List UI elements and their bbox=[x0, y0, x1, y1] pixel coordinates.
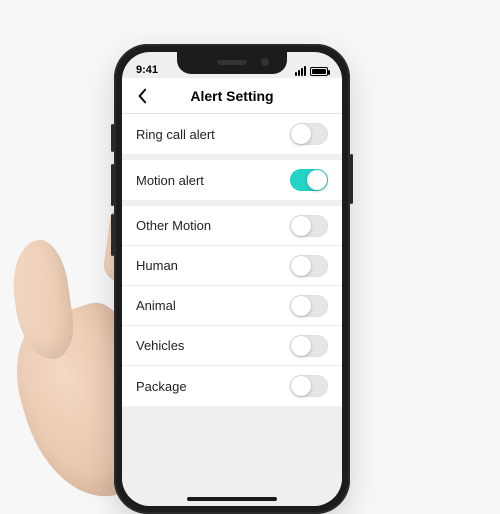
status-time: 9:41 bbox=[136, 64, 158, 76]
settings-group: Other Motion Human Animal Vehicles bbox=[122, 206, 342, 406]
screen: 9:41 Alert Setting Ring call alert bbox=[122, 52, 342, 506]
page-title: Alert Setting bbox=[190, 88, 273, 104]
battery-icon bbox=[310, 67, 328, 76]
setting-label: Other Motion bbox=[136, 218, 211, 233]
setting-row-ring-call-alert[interactable]: Ring call alert bbox=[122, 114, 342, 154]
setting-label: Package bbox=[136, 379, 187, 394]
toggle-vehicles[interactable] bbox=[290, 335, 328, 357]
toggle-animal[interactable] bbox=[290, 295, 328, 317]
toggle-ring-call-alert[interactable] bbox=[290, 123, 328, 145]
settings-group: Ring call alert bbox=[122, 114, 342, 154]
nav-bar: Alert Setting bbox=[122, 78, 342, 114]
setting-label: Motion alert bbox=[136, 173, 204, 188]
phone-frame: 9:41 Alert Setting Ring call alert bbox=[114, 44, 350, 514]
setting-label: Animal bbox=[136, 298, 176, 313]
back-button[interactable] bbox=[132, 86, 152, 106]
setting-row-vehicles[interactable]: Vehicles bbox=[122, 326, 342, 366]
toggle-motion-alert[interactable] bbox=[290, 169, 328, 191]
setting-row-human[interactable]: Human bbox=[122, 246, 342, 286]
setting-label: Vehicles bbox=[136, 338, 184, 353]
setting-row-motion-alert[interactable]: Motion alert bbox=[122, 160, 342, 200]
settings-group: Motion alert bbox=[122, 160, 342, 200]
home-indicator[interactable] bbox=[187, 497, 277, 501]
setting-row-other-motion[interactable]: Other Motion bbox=[122, 206, 342, 246]
notch bbox=[177, 52, 287, 74]
setting-label: Ring call alert bbox=[136, 127, 215, 142]
signal-icon bbox=[295, 66, 306, 76]
setting-row-animal[interactable]: Animal bbox=[122, 286, 342, 326]
settings-list[interactable]: Ring call alert Motion alert Other Motio… bbox=[122, 114, 342, 506]
toggle-package[interactable] bbox=[290, 375, 328, 397]
setting-row-package[interactable]: Package bbox=[122, 366, 342, 406]
chevron-left-icon bbox=[136, 88, 148, 104]
toggle-human[interactable] bbox=[290, 255, 328, 277]
setting-label: Human bbox=[136, 258, 178, 273]
toggle-other-motion[interactable] bbox=[290, 215, 328, 237]
